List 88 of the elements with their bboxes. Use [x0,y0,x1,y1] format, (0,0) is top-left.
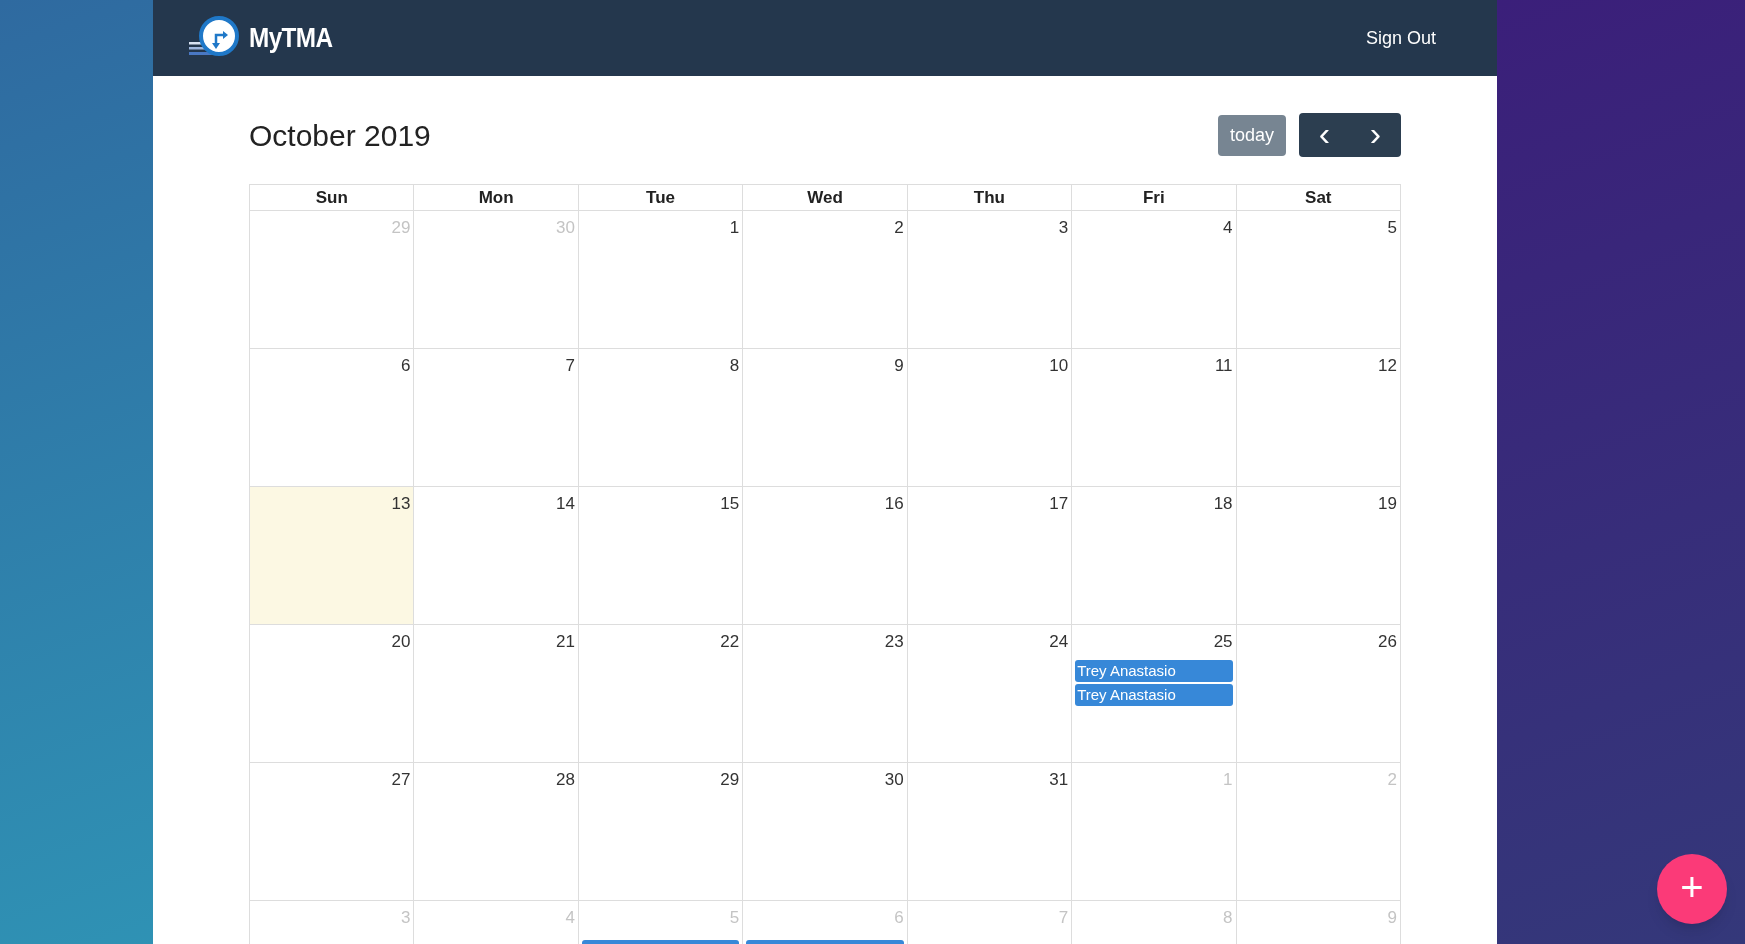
day-number: 7 [1058,907,1069,929]
day-number: 25 [1213,631,1233,653]
day-number: 13 [391,493,411,515]
day-number: 10 [1049,355,1069,377]
day-number: 18 [1213,493,1233,515]
day-cell[interactable]: 26 [1236,625,1401,763]
day-number: 9 [1387,907,1397,929]
day-number: 22 [720,631,740,653]
day-cell[interactable]: 18 [1072,487,1237,625]
day-number: 20 [391,631,411,653]
day-cell[interactable]: 8 [578,349,744,487]
day-number: 4 [1223,217,1233,239]
weekday-header: Mon [478,186,514,209]
day-number: 8 [1223,907,1233,929]
day-number: 1 [1223,769,1233,791]
day-cell[interactable]: 10 [907,349,1073,487]
day-number: 31 [1049,769,1069,791]
day-number: 27 [391,769,411,791]
day-number: 3 [1058,217,1069,239]
day-cell[interactable]: 23 [743,625,908,763]
day-number: 6 [400,355,411,377]
day-cell[interactable]: 24 [907,625,1073,763]
day-number: 30 [884,769,904,791]
day-cell[interactable]: 28 [414,763,579,901]
day-number: 21 [555,631,575,653]
day-number: 11 [1214,355,1233,377]
day-cell[interactable]: 19 [1236,487,1401,625]
day-number: 6 [894,907,904,929]
day-number: 28 [555,769,575,791]
day-number: 12 [1378,355,1397,377]
day-cell[interactable]: 13 [250,487,415,625]
day-cell[interactable]: 16 [743,487,908,625]
day-number: 3 [400,907,411,929]
day-cell[interactable]: 27 [250,763,415,901]
day-cell[interactable]: 1 [578,211,744,349]
day-cell[interactable]: 3 [907,211,1073,349]
day-cell[interactable]: 6 [250,349,415,487]
day-cell[interactable]: 12 [1236,349,1401,487]
day-cell[interactable]: 9 [743,349,908,487]
event-chip[interactable]: Trey Anastasio [1075,683,1233,706]
day-cell[interactable]: 2 [743,211,908,349]
day-number: 19 [1378,493,1397,515]
day-cell[interactable]: 14 [414,487,579,625]
weekday-header: Sun [315,186,348,209]
day-cell[interactable]: 17 [907,487,1073,625]
day-cell[interactable]: 31 [907,763,1073,901]
weekday-header: Wed [807,186,843,209]
day-number: 4 [565,907,575,929]
day-number: 15 [720,493,740,515]
day-cell[interactable]: 11 [1072,349,1237,487]
day-number: 8 [729,355,740,377]
day-cell[interactable]: 7 [414,349,579,487]
day-number: 29 [391,217,411,239]
day-cell[interactable]: 4 [1072,211,1237,349]
day-number: 14 [555,493,575,515]
event-chip[interactable]: Trey Anastasio [1075,659,1233,682]
day-number: 17 [1049,493,1069,515]
day-number: 2 [1387,769,1397,791]
day-cell[interactable]: 20 [250,625,415,763]
weekday-header: Thu [973,186,1005,209]
day-cell[interactable]: 22 [578,625,744,763]
day-number: 16 [884,493,904,515]
day-number: 1 [729,217,740,239]
sign-out-link[interactable]: Sign Out [1365,24,1436,52]
day-number: 24 [1049,631,1069,653]
weekday-header: Fri [1143,186,1165,209]
day-cell[interactable]: 5 [1236,211,1401,349]
day-cell[interactable]: 29 [578,763,744,901]
month-title: October 2019 [249,117,431,154]
weekday-header: Tue [646,186,676,209]
day-number: 9 [894,355,904,377]
next-button[interactable]: › [1350,113,1401,157]
day-number: 29 [720,769,740,791]
brand-name[interactable]: MyTMA [249,17,333,59]
day-cell[interactable]: 25 Trey Anastasio Trey Anastasio [1072,625,1237,763]
day-number: 2 [894,217,904,239]
day-number: 26 [1378,631,1397,653]
weekday-header: Sat [1305,186,1332,209]
day-number: 23 [884,631,904,653]
day-cell[interactable]: 21 [414,625,579,763]
previous-button[interactable]: ‹ [1299,113,1350,157]
day-number: 5 [1387,217,1397,239]
day-cell[interactable]: 30 [743,763,908,901]
today-button[interactable]: today [1217,114,1286,156]
day-number: 7 [565,355,575,377]
day-number: 5 [729,907,740,929]
day-cell[interactable]: 15 [578,487,744,625]
day-number: 30 [555,217,575,239]
